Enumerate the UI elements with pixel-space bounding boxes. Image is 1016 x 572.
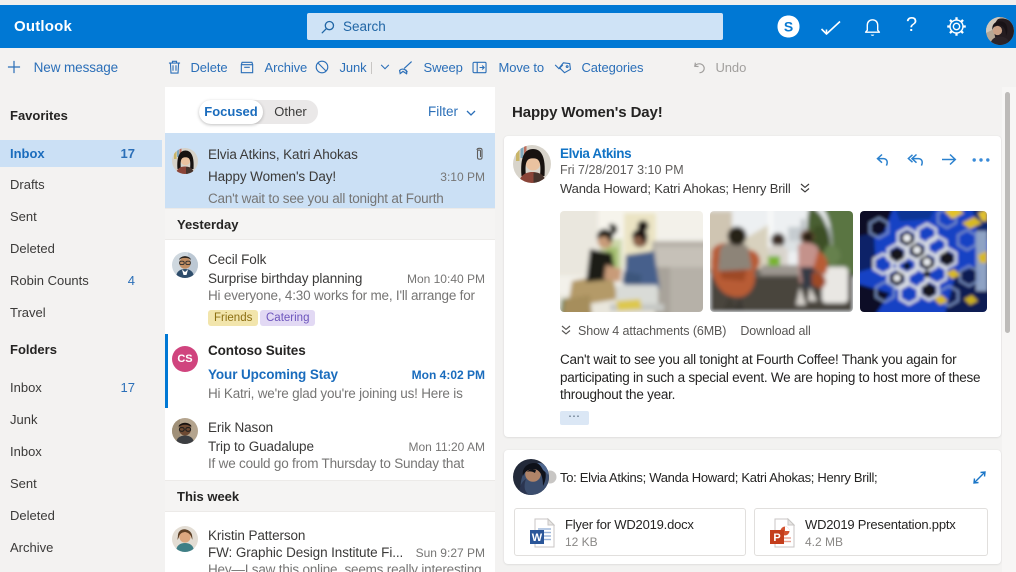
svg-text:P: P <box>773 532 780 544</box>
svg-text:W: W <box>532 532 543 544</box>
svg-text:S: S <box>784 19 793 35</box>
